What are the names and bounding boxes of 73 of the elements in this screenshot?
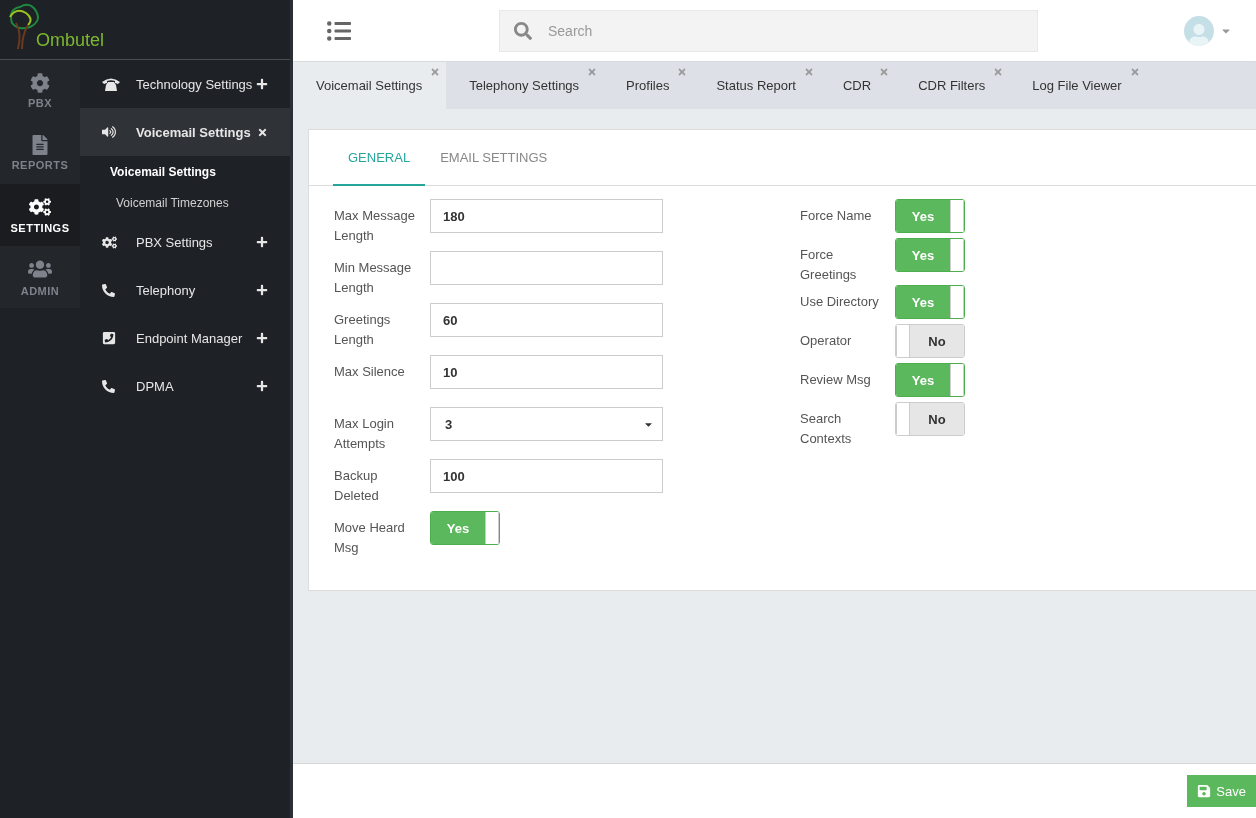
plus-icon[interactable] xyxy=(256,236,268,248)
tab[interactable]: Voicemail Settings xyxy=(293,62,447,109)
brand-name: Ombutel xyxy=(36,30,105,51)
toggle-switch[interactable]: No xyxy=(895,324,965,358)
phone-icon xyxy=(102,331,116,345)
field-label: Review Msg xyxy=(800,371,872,389)
field-label: Move Heard Msg xyxy=(334,519,406,557)
search-input[interactable]: Search xyxy=(546,21,1023,40)
rail-item[interactable]: SETTINGS xyxy=(0,184,80,246)
menu-icon[interactable] xyxy=(327,18,351,43)
field-label: Force Greetings xyxy=(800,246,858,284)
gears-icon xyxy=(102,234,117,250)
menu-label: DPMA xyxy=(136,378,175,394)
submenu-item[interactable]: Voicemail Timezones xyxy=(80,187,290,218)
tab[interactable]: Telephony Settings xyxy=(446,62,604,109)
input-field[interactable]: 60 xyxy=(430,303,663,337)
toggle-switch[interactable]: No xyxy=(895,402,965,436)
tab[interactable]: CDR Filters xyxy=(895,62,1010,109)
field-label: Max Message Length xyxy=(334,207,416,245)
field-label: Operator xyxy=(800,332,853,350)
field-label: Use Directory xyxy=(800,293,880,311)
field-label: Search Contexts xyxy=(800,410,853,448)
input-field[interactable] xyxy=(430,251,663,285)
menu-item[interactable]: Telephony xyxy=(80,266,290,314)
menu-label: PBX Settings xyxy=(136,234,214,250)
gears-icon xyxy=(29,196,51,218)
menu-label: Endpoint Manager xyxy=(136,330,244,346)
avatar-icon[interactable] xyxy=(1184,15,1214,46)
phone-icon xyxy=(102,379,115,393)
plus-icon[interactable] xyxy=(256,332,268,344)
search-icon xyxy=(514,21,532,40)
select-field[interactable]: 3 xyxy=(430,407,663,441)
telephone-icon xyxy=(102,77,120,91)
rail-item[interactable]: REPORTS xyxy=(0,122,80,184)
field-label: Min Message Length xyxy=(334,259,413,297)
menu-item[interactable]: Endpoint Manager xyxy=(80,314,290,362)
input-field[interactable]: 100 xyxy=(430,459,663,493)
document-icon xyxy=(30,135,50,155)
tab[interactable]: Profiles xyxy=(603,62,694,109)
field-label: Backup Deleted xyxy=(334,467,380,505)
tab[interactable]: Log File Viewer xyxy=(1009,62,1146,109)
plus-icon[interactable] xyxy=(256,284,268,296)
menu-label: Technology Settings xyxy=(136,76,254,92)
tab[interactable]: Status Report xyxy=(693,62,820,109)
rail-label: REPORTS xyxy=(11,159,69,171)
search-field[interactable]: Search xyxy=(499,9,1038,52)
speaker-icon xyxy=(102,125,116,139)
close-icon[interactable] xyxy=(257,126,268,138)
plus-icon[interactable] xyxy=(256,380,268,392)
rail-label: ADMIN xyxy=(20,285,60,297)
field-label: Force Name xyxy=(800,207,873,225)
gear-icon xyxy=(30,73,50,93)
rail-label: SETTINGS xyxy=(10,222,70,234)
rail-item[interactable]: ADMIN xyxy=(0,246,80,308)
phone-icon xyxy=(102,283,115,297)
submenu-item[interactable]: Voicemail Settings xyxy=(80,156,290,187)
menu-item[interactable]: DPMA xyxy=(80,362,290,410)
menu-label: Telephony xyxy=(136,282,197,298)
input-field[interactable]: 180 xyxy=(430,199,663,233)
plus-icon[interactable] xyxy=(256,78,268,90)
menu-item[interactable]: Voicemail Settings xyxy=(80,108,290,156)
field-label: Max Silence xyxy=(334,363,406,381)
input-field[interactable]: 10 xyxy=(430,355,663,389)
field-label: Max Login Attempts xyxy=(334,415,395,453)
rail-label: PBX xyxy=(27,97,53,109)
field-label: Greetings Length xyxy=(334,311,392,349)
menu-label: Voicemail Settings xyxy=(136,124,252,140)
tab[interactable]: EMAIL SETTINGS xyxy=(425,130,563,186)
menu-item[interactable]: PBX Settings xyxy=(80,218,290,266)
menu-item[interactable]: Technology Settings xyxy=(80,60,290,108)
tab[interactable]: CDR xyxy=(819,62,896,109)
save-icon xyxy=(1197,784,1212,798)
rail-item[interactable]: PBX xyxy=(0,60,80,122)
